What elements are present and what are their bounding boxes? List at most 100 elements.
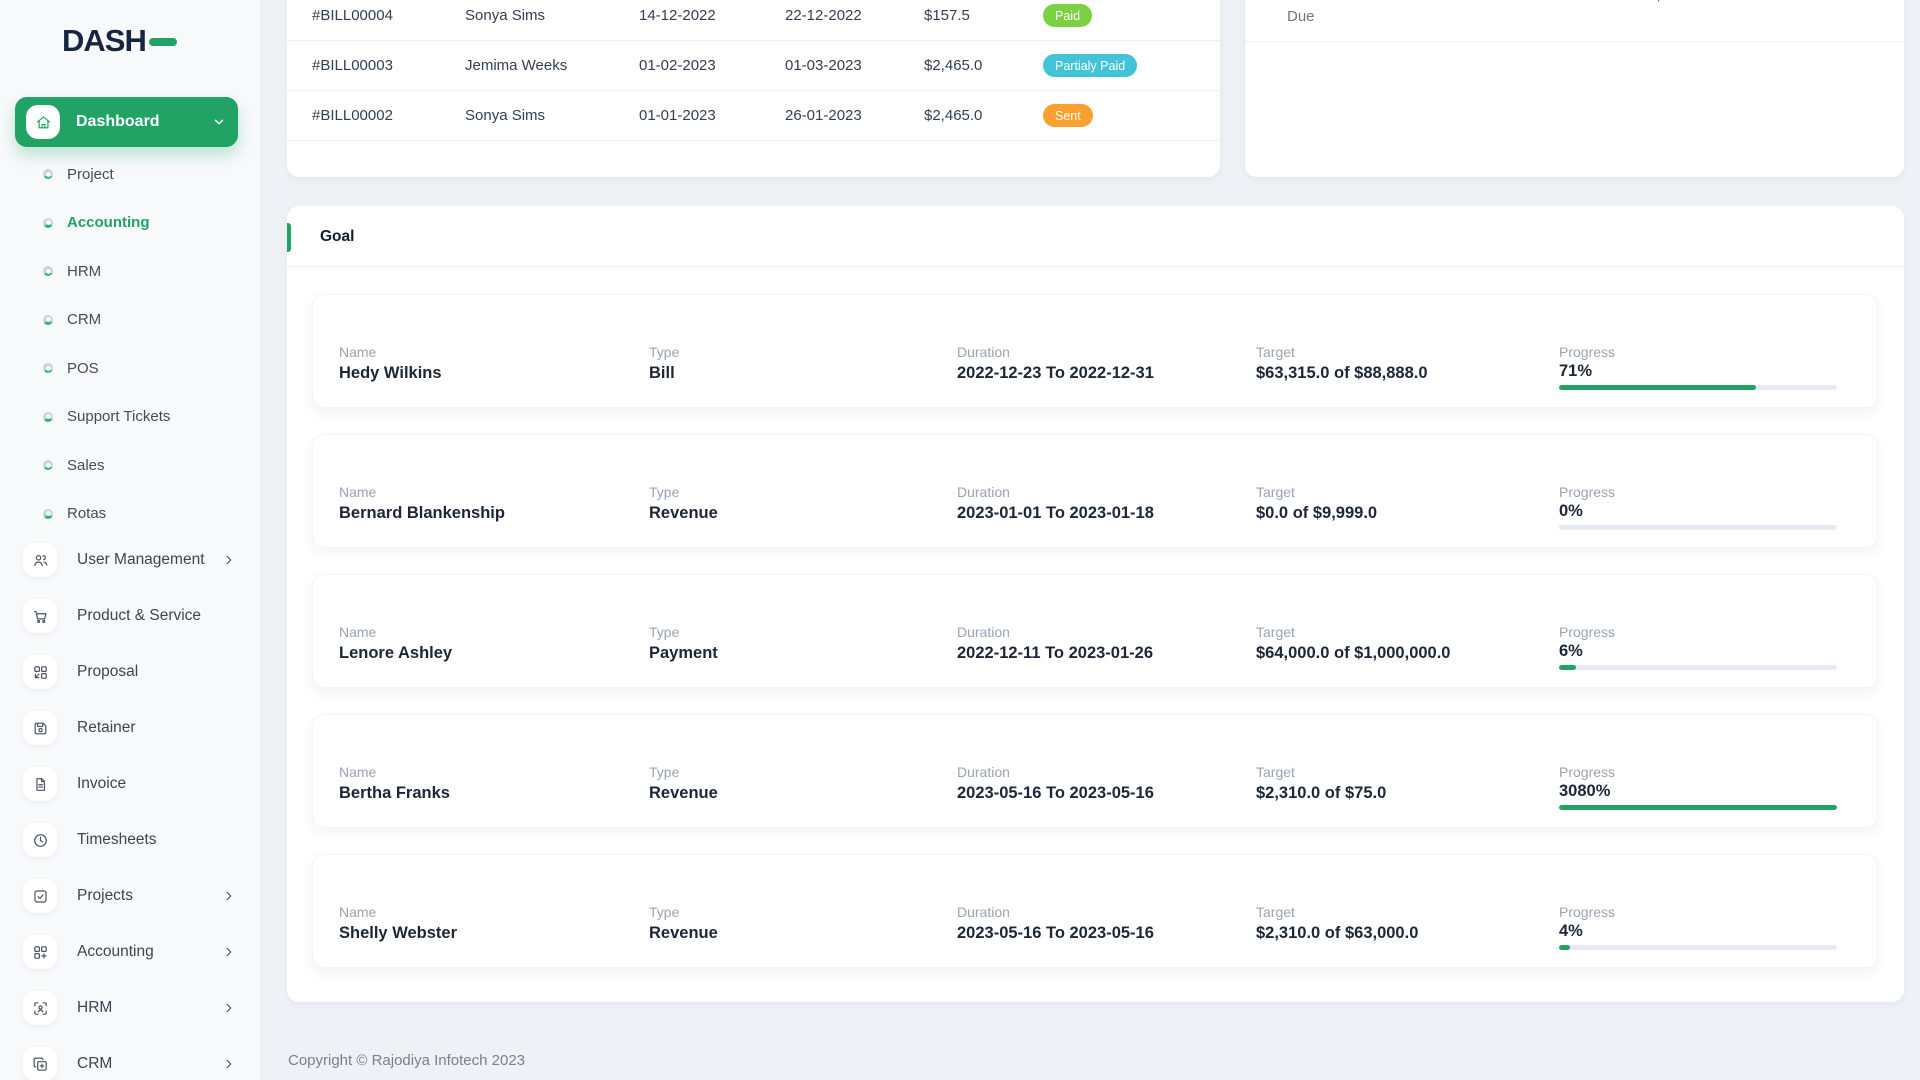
sidebar-item-label: Project bbox=[67, 166, 114, 183]
summary-total-label: Total bbox=[1285, 0, 1323, 4]
field-label: Type bbox=[649, 344, 957, 360]
home-icon bbox=[26, 105, 60, 139]
field-label: Type bbox=[649, 764, 957, 780]
status-badge: Paid bbox=[1043, 4, 1092, 27]
goal-name: Hedy Wilkins bbox=[339, 364, 649, 383]
goal-target: $0.0 of $9,999.0 bbox=[1256, 504, 1559, 523]
bills-table-card: #BILL00004 Sonya Sims 14-12-2022 22-12-2… bbox=[287, 0, 1220, 177]
sidebar-item-crm[interactable]: CRM bbox=[0, 296, 260, 345]
field-label: Duration bbox=[957, 344, 1256, 360]
sidebar-item-timesheets[interactable]: Timesheets bbox=[0, 812, 260, 868]
bullet-icon bbox=[43, 169, 53, 179]
field-label: Name bbox=[339, 484, 649, 500]
field-label: Duration bbox=[957, 764, 1256, 780]
goal-type: Revenue bbox=[649, 924, 957, 943]
bullet-icon bbox=[43, 218, 53, 228]
grid-plus-icon bbox=[23, 935, 57, 969]
dashboard-submenu: Project Accounting HRM CRM POS Support T… bbox=[0, 150, 260, 538]
bill-amount: $2,465.0 bbox=[924, 57, 1043, 74]
goal-duration: 2022-12-11 To 2023-01-26 bbox=[957, 644, 1256, 663]
progress-bar-fill bbox=[1559, 805, 1837, 810]
section-title: Goal bbox=[320, 228, 354, 246]
field-label: Type bbox=[649, 624, 957, 640]
sidebar-item-label: Accounting bbox=[67, 214, 150, 231]
goal-target: $2,310.0 of $63,000.0 bbox=[1256, 924, 1559, 943]
goal-card: Name Shelly Webster Type Revenue Duration 2… bbox=[312, 854, 1878, 968]
goal-progress-percent: 3080% bbox=[1559, 782, 1837, 801]
bill-due-date: 26-01-2023 bbox=[785, 107, 924, 124]
field-label: Progress bbox=[1559, 904, 1837, 920]
accent-bar bbox=[287, 223, 291, 252]
field-label: Name bbox=[339, 904, 649, 920]
chevron-right-icon bbox=[222, 1001, 236, 1020]
goal-card: NameBertha Franks TypeRevenue Duration20… bbox=[312, 714, 1878, 828]
progress-bar bbox=[1559, 525, 1837, 530]
sidebar-item-proposal[interactable]: Proposal bbox=[0, 644, 260, 700]
summary-total-value: $0.0 bbox=[1654, 0, 1686, 5]
bills-table: #BILL00004 Sonya Sims 14-12-2022 22-12-2… bbox=[287, 0, 1220, 141]
chevron-right-icon bbox=[222, 1057, 236, 1076]
bill-date: 01-01-2023 bbox=[639, 107, 785, 124]
goal-type: Revenue bbox=[649, 504, 957, 523]
field-label: Type bbox=[649, 904, 957, 920]
bullet-icon bbox=[43, 509, 53, 519]
clock-icon bbox=[23, 823, 57, 857]
users-icon bbox=[23, 543, 57, 577]
sidebar-item-rotas[interactable]: Rotas bbox=[0, 490, 260, 539]
field-label: Duration bbox=[957, 484, 1256, 500]
bullet-icon bbox=[43, 266, 53, 276]
sidebar-item-accounting[interactable]: Accounting bbox=[0, 199, 260, 248]
progress-bar bbox=[1559, 665, 1837, 670]
table-row[interactable]: #BILL00003 Jemima Weeks 01-02-2023 01-03… bbox=[287, 41, 1220, 91]
goal-duration: 2023-05-16 To 2023-05-16 bbox=[957, 924, 1256, 943]
chevron-right-icon bbox=[222, 945, 236, 964]
progress-bar-fill bbox=[1559, 665, 1576, 670]
sidebar-item-user-management[interactable]: User Management bbox=[0, 532, 260, 588]
sidebar-item-hrm[interactable]: HRM bbox=[0, 247, 260, 296]
sidebar-item-hrm-group[interactable]: HRM bbox=[0, 980, 260, 1036]
goal-duration: 2022-12-23 To 2022-12-31 bbox=[957, 364, 1256, 383]
sidebar-item-invoice[interactable]: Invoice bbox=[0, 756, 260, 812]
goal-duration: 2023-05-16 To 2023-05-16 bbox=[957, 784, 1256, 803]
sidebar-item-sales[interactable]: Sales bbox=[0, 441, 260, 490]
goal-section-card: Goal NameHedy Wilkins TypeBill Duration2… bbox=[287, 206, 1904, 1002]
field-label: Type bbox=[649, 484, 957, 500]
bill-id: #BILL00004 bbox=[312, 7, 465, 24]
progress-bar bbox=[1559, 805, 1837, 810]
field-label: Target bbox=[1256, 344, 1559, 360]
field-label: Duration bbox=[957, 904, 1256, 920]
squares-arrow-icon bbox=[23, 655, 57, 689]
sidebar-item-crm-group[interactable]: CRM bbox=[0, 1036, 260, 1080]
sidebar-item-label: Timesheets bbox=[77, 831, 157, 849]
document-icon bbox=[23, 767, 57, 801]
goal-type: Payment bbox=[649, 644, 957, 663]
sidebar-item-projects[interactable]: Projects bbox=[0, 868, 260, 924]
bill-id: #BILL00003 bbox=[312, 57, 465, 74]
field-label: Progress bbox=[1559, 764, 1837, 780]
bill-amount: $157.5 bbox=[924, 7, 1043, 24]
goal-progress-percent: 0% bbox=[1559, 502, 1837, 521]
sidebar-item-dashboard[interactable]: Dashboard bbox=[15, 97, 238, 147]
bill-id: #BILL00002 bbox=[312, 107, 465, 124]
chevron-down-icon bbox=[212, 115, 226, 134]
sidebar-item-retainer[interactable]: Retainer bbox=[0, 700, 260, 756]
copyright-text: Copyright © Rajodiya Infotech 2023 bbox=[288, 1052, 525, 1069]
sidebar-item-product-service[interactable]: Product & Service bbox=[0, 588, 260, 644]
logo-wordmark: DASH bbox=[62, 23, 146, 59]
sidebar-item-support-tickets[interactable]: Support Tickets bbox=[0, 393, 260, 442]
field-label: Target bbox=[1256, 764, 1559, 780]
app-logo[interactable]: DASH bbox=[62, 22, 177, 60]
goal-target: $64,000.0 of $1,000,000.0 bbox=[1256, 644, 1559, 663]
sidebar-item-accounting-group[interactable]: Accounting bbox=[0, 924, 260, 980]
table-row[interactable]: #BILL00004 Sonya Sims 14-12-2022 22-12-2… bbox=[287, 0, 1220, 41]
sidebar-item-project[interactable]: Project bbox=[0, 150, 260, 199]
table-row[interactable]: #BILL00002 Sonya Sims 01-01-2023 26-01-2… bbox=[287, 91, 1220, 141]
sidebar-item-pos[interactable]: POS bbox=[0, 344, 260, 393]
sidebar-menu: User Management Product & Service Propos… bbox=[0, 532, 260, 1080]
goal-progress-percent: 71% bbox=[1559, 362, 1837, 381]
sidebar-item-label: Retainer bbox=[77, 719, 136, 737]
goal-progress-percent: 4% bbox=[1559, 922, 1837, 941]
goal-name: Shelly Webster bbox=[339, 924, 649, 943]
chevron-right-icon bbox=[222, 553, 236, 572]
invoice-summary-card: Total $0.0 Due bbox=[1245, 0, 1904, 177]
